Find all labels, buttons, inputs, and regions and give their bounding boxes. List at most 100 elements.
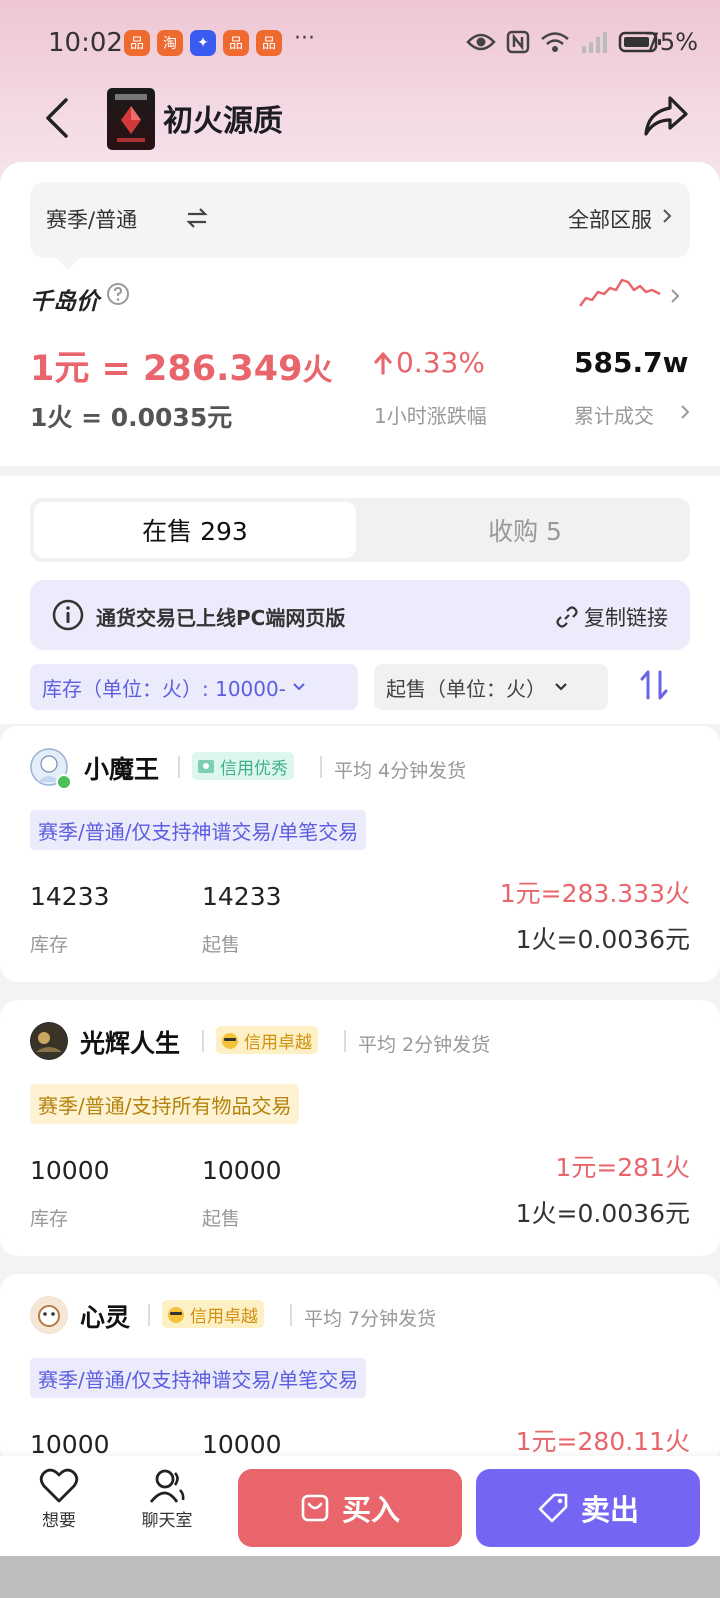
- divider: [202, 1030, 204, 1052]
- signal-icon: [582, 32, 607, 53]
- trade-volume-label[interactable]: 累计成交: [574, 400, 654, 429]
- divider: [344, 1030, 346, 1052]
- credit-badge: 信用优秀: [192, 752, 294, 780]
- battery-percentage: 75%: [644, 28, 698, 56]
- wish-label: 想要: [42, 1511, 76, 1531]
- chevron-right-icon[interactable]: [680, 404, 690, 420]
- eye-icon: [466, 33, 496, 51]
- swap-icon[interactable]: [186, 208, 208, 228]
- app-notification-icon: 品: [124, 30, 150, 56]
- credit-badge: 信用卓越: [162, 1300, 264, 1328]
- credit-badge: 信用卓越: [216, 1026, 318, 1054]
- stock-value: 10000: [30, 1156, 110, 1185]
- min-sale-value: 10000: [202, 1430, 282, 1459]
- system-icons: [466, 30, 662, 54]
- divider: [178, 756, 180, 778]
- seller-name[interactable]: 小魔王: [84, 750, 159, 786]
- trade-tags: 赛季/普通/仅支持神谱交易/单笔交易: [30, 810, 367, 850]
- chevron-right-icon: [663, 209, 672, 223]
- arrow-up-icon: [374, 351, 392, 375]
- seller-avatar-icon: [31, 1023, 67, 1059]
- nav-bar: 初火源质: [0, 82, 720, 154]
- divider: [148, 1304, 150, 1326]
- sell-button[interactable]: 卖出: [476, 1469, 700, 1547]
- avg-ship-time: 平均 2分钟发货: [358, 1034, 491, 1056]
- more-notifications-icon: ···: [294, 26, 315, 51]
- trade-tags: 赛季/普通/仅支持神谱交易/单笔交易: [30, 1358, 367, 1398]
- link-icon: [556, 606, 578, 628]
- back-button[interactable]: [38, 96, 78, 140]
- min-sale-value: 14233: [202, 882, 282, 911]
- stock-label: 库存: [30, 934, 69, 956]
- min-sale-filter-label: 起售（单位：火）: [386, 676, 546, 701]
- crystal-icon: [115, 94, 147, 142]
- chevron-down-icon: [555, 683, 567, 691]
- status-bar: 10:02 品 淘 ✦ 品 品 ··· 75%: [0, 20, 720, 68]
- chat-room-button[interactable]: 聊天室: [132, 1468, 202, 1531]
- tab-buying[interactable]: 收购 5: [364, 502, 686, 558]
- status-time: 10:02: [48, 28, 123, 58]
- min-sale-value: 10000: [202, 1156, 282, 1185]
- copy-link-label: 复制链接: [584, 606, 668, 630]
- trade-volume-value: 585.7w: [574, 346, 689, 379]
- bottom-action-bar: 想要 聊天室 买入 卖出: [0, 1456, 720, 1556]
- stock-filter[interactable]: 库存（单位：火）: 10000-: [30, 664, 358, 710]
- notification-icons: 品 淘 ✦ 品 品: [124, 30, 282, 56]
- pc-notice-banner: 通货交易已上线PC端网页版 复制链接: [30, 580, 690, 650]
- avg-ship-time: 平均 4分钟发货: [334, 760, 467, 782]
- listing-card[interactable]: 心灵 信用卓越 平均 7分钟发货 赛季/普通/仅支持神谱交易/单笔交易 1000…: [0, 1274, 720, 1464]
- stock-value: 10000: [30, 1430, 110, 1459]
- info-icon: [52, 599, 84, 631]
- item-thumbnail: [107, 88, 155, 150]
- min-sale-filter[interactable]: 起售（单位：火）: [374, 664, 608, 710]
- seller-name[interactable]: 心灵: [80, 1298, 130, 1334]
- listing-price: 1元=280.11火: [515, 1427, 690, 1456]
- seller-name[interactable]: 光辉人生: [80, 1024, 180, 1060]
- listing-price-inverse: 1火=0.0036元: [515, 1199, 690, 1228]
- notice-text: 通货交易已上线PC端网页版: [96, 606, 346, 630]
- tab-selling[interactable]: 在售 293: [34, 502, 356, 558]
- price-change-value: 0.33%: [396, 346, 485, 379]
- help-icon[interactable]: [106, 282, 130, 306]
- page-title: 初火源质: [163, 104, 283, 139]
- chat-room-label: 聊天室: [141, 1511, 193, 1531]
- stock-label: 库存: [30, 1208, 69, 1230]
- credit-badge-label: 信用优秀: [220, 758, 288, 779]
- sort-icon[interactable]: [638, 668, 670, 702]
- share-button[interactable]: [640, 94, 690, 140]
- divider: [320, 756, 322, 778]
- listing-card[interactable]: 小魔王 信用优秀 平均 4分钟发货 赛季/普通/仅支持神谱交易/单笔交易 142…: [0, 726, 720, 982]
- credit-badge-label: 信用卓越: [190, 1306, 258, 1327]
- chevron-left-icon: [46, 98, 68, 138]
- min-sale-label: 起售: [202, 934, 241, 956]
- credit-badge-label: 信用卓越: [244, 1032, 312, 1053]
- online-status-indicator: [56, 774, 72, 790]
- wifi-icon: [541, 32, 569, 52]
- app-notification-icon: 品: [223, 30, 249, 56]
- share-icon: [644, 96, 688, 136]
- heart-icon: [39, 1468, 79, 1503]
- buy-button[interactable]: 买入: [238, 1469, 462, 1547]
- copy-link-button[interactable]: 复制链接: [556, 602, 668, 632]
- stock-value: 14233: [30, 882, 110, 911]
- listing-card[interactable]: 光辉人生 信用卓越 平均 2分钟发货 赛季/普通/支持所有物品交易 10000 …: [0, 1000, 720, 1256]
- avatar[interactable]: [30, 1022, 68, 1060]
- region-selector[interactable]: 全部区服: [568, 204, 652, 234]
- wish-button[interactable]: 想要: [24, 1468, 94, 1531]
- app-notification-icon: 品: [256, 30, 282, 56]
- bag-icon: [301, 1494, 329, 1522]
- divider: [290, 1304, 292, 1326]
- chevron-down-icon: [293, 683, 305, 691]
- chevron-right-icon[interactable]: [670, 288, 680, 304]
- avg-ship-time: 平均 7分钟发货: [304, 1308, 437, 1330]
- season-selector[interactable]: 赛季/普通 全部区服: [30, 182, 690, 270]
- exchange-rate-inverse: 1火 = 0.0035元: [30, 403, 233, 432]
- price-tag-icon: [538, 1493, 568, 1523]
- seller-avatar-icon: [31, 1297, 67, 1333]
- listing-price-inverse: 1火=0.0036元: [515, 925, 690, 954]
- credit-badge-icon: [168, 1307, 184, 1323]
- avatar[interactable]: [30, 1296, 68, 1334]
- price-trend-sparkline[interactable]: [578, 274, 664, 314]
- nfc-icon: [506, 30, 530, 54]
- season-label: 赛季/普通: [46, 208, 138, 232]
